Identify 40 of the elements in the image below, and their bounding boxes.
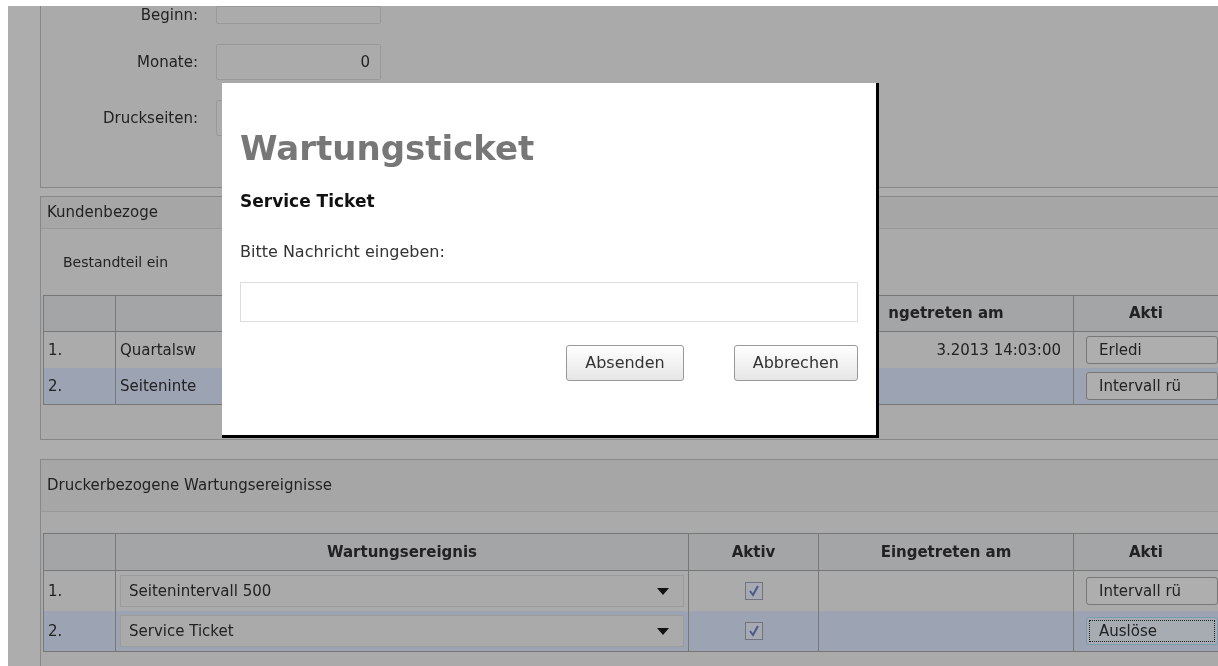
action-button[interactable]: Intervall rü bbox=[1086, 372, 1218, 400]
dialog-subtitle: Service Ticket bbox=[240, 193, 376, 210]
dialog-title: Wartungsticket bbox=[240, 131, 536, 165]
checkbox[interactable] bbox=[744, 582, 763, 600]
column-header: Akti bbox=[1129, 541, 1163, 563]
action-button[interactable]: Intervall rü bbox=[1086, 577, 1218, 605]
table-cell-text: Quartalsw bbox=[120, 339, 196, 361]
action-button[interactable]: Auslöse bbox=[1086, 617, 1218, 645]
caret-icon bbox=[657, 627, 669, 635]
message-prompt: Bitte Nachricht eingeben: bbox=[240, 244, 446, 260]
dropdown[interactable]: Seitenintervall 500 bbox=[120, 575, 684, 607]
number-field[interactable]: 0 bbox=[216, 44, 381, 80]
checkmark-icon bbox=[747, 625, 760, 637]
table-row[interactable]: 2. Service Ticket Auslöse bbox=[44, 611, 1218, 651]
column-header: Akti bbox=[1129, 303, 1163, 325]
field-label: Druckseiten: bbox=[101, 110, 198, 126]
table-cell-text: Seiteninte bbox=[120, 375, 197, 397]
column-header: Wartungsereignis bbox=[326, 541, 478, 563]
dialog-button[interactable]: Absenden bbox=[566, 345, 684, 381]
row-number: 1. bbox=[48, 339, 63, 361]
panel-title: Druckerbezogene Wartungsereignisse bbox=[47, 478, 333, 493]
field-label: Beginn: bbox=[139, 7, 198, 23]
caret-icon bbox=[657, 587, 669, 595]
action-button[interactable]: Erledi bbox=[1086, 336, 1218, 364]
field-label: Monate: bbox=[136, 54, 198, 70]
dialog-button[interactable]: Abbrechen bbox=[733, 345, 858, 381]
row-number: 2. bbox=[48, 620, 63, 642]
column-header: ngetreten am bbox=[888, 303, 1004, 325]
column-header: Eingetreten am bbox=[880, 541, 1012, 563]
checkmark-icon bbox=[747, 585, 760, 597]
table-cell-text: 3.2013 14:03:00 bbox=[936, 339, 1061, 361]
checkbox[interactable] bbox=[744, 622, 763, 640]
panel-title: Kundenbezoge bbox=[47, 205, 158, 220]
dropdown[interactable]: Service Ticket bbox=[120, 615, 684, 647]
panel-description: Bestandteil ein bbox=[63, 255, 169, 269]
row-number: 1. bbox=[48, 580, 63, 602]
row-number: 2. bbox=[48, 375, 63, 397]
column-header: Aktiv bbox=[731, 541, 776, 563]
message-field[interactable] bbox=[240, 282, 858, 322]
number-field[interactable] bbox=[216, 6, 381, 24]
